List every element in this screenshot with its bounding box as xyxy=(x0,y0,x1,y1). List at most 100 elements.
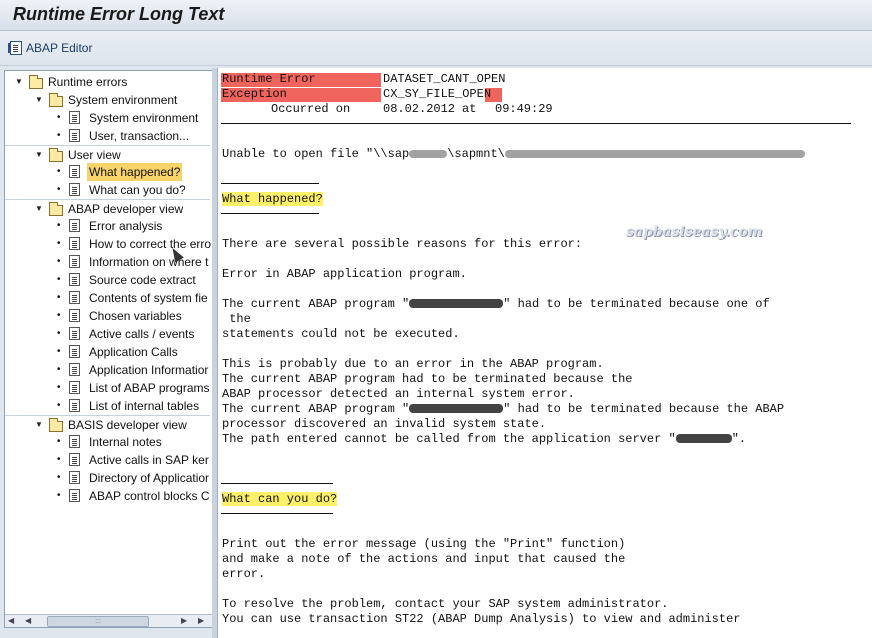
document-icon xyxy=(69,453,80,466)
tree-item-active-calls-in-sap-kernel[interactable]: • Active calls in SAP ker xyxy=(5,451,210,469)
tree-item-label: What can you do? xyxy=(89,183,186,197)
tree-item-what-can-you-do[interactable]: • What can you do? xyxy=(5,181,210,199)
expand-triangle-icon[interactable]: ▼ xyxy=(35,200,45,218)
tree-item-list-of-internal-tables[interactable]: • List of internal tables xyxy=(5,397,210,415)
scrollbar-thumb[interactable]: ::: xyxy=(47,616,149,627)
document-icon xyxy=(69,363,80,376)
at-label: at xyxy=(462,102,477,116)
document-icon xyxy=(69,435,80,448)
expand-triangle-icon[interactable]: ▼ xyxy=(15,73,25,91)
bullet-icon: • xyxy=(57,112,61,123)
tree-item-error-analysis[interactable]: • Error analysis xyxy=(5,217,210,235)
tree-item-list-of-abap-programs[interactable]: • List of ABAP programs xyxy=(5,379,210,397)
abap-editor-label: ABAP Editor xyxy=(26,41,93,55)
tree-group-label: System environment xyxy=(68,93,178,107)
folder-icon xyxy=(49,418,63,432)
wcyd-line-4: To resolve the problem, contact your SAP… xyxy=(222,597,669,611)
bullet-icon: • xyxy=(57,220,61,231)
scroll-step-right-icon[interactable]: ▶ xyxy=(181,615,187,627)
document-icon xyxy=(69,237,80,250)
tree-horizontal-scrollbar[interactable]: ◀ ◀ ::: ▶ ▶ xyxy=(5,614,212,627)
window-title: Runtime Error Long Text xyxy=(13,4,225,24)
scroll-left-icon[interactable]: ◀ xyxy=(8,615,14,627)
section-rule xyxy=(221,483,333,484)
tree-item-label: Error analysis xyxy=(89,219,163,233)
tree-item-internal-notes[interactable]: • Internal notes xyxy=(5,433,210,451)
folder-icon xyxy=(49,148,63,162)
watermark-text: sapbasiseasy.com xyxy=(626,224,763,240)
tree-item-system-environment[interactable]: • System environment xyxy=(5,109,210,127)
tree-group-label: BASIS developer view xyxy=(68,418,187,432)
document-icon xyxy=(69,489,80,502)
tree-item-label: List of ABAP programs xyxy=(89,381,210,395)
bullet-icon: • xyxy=(57,238,61,249)
document-icon xyxy=(69,219,80,232)
tree-group-user-view[interactable]: ▼ User view xyxy=(5,145,210,164)
wh-line-10: processor discovered an invalid system s… xyxy=(222,417,547,431)
wh-line-6: This is probably due to an error in the … xyxy=(222,357,604,371)
tree-item-contents-of-system-fields[interactable]: • Contents of system fie xyxy=(5,289,210,307)
abap-editor-button[interactable]: ABAP Editor xyxy=(8,38,93,58)
wcyd-line-5: You can use transaction ST22 (ABAP Dump … xyxy=(222,612,741,626)
tree-group-abap-developer-view[interactable]: ▼ ABAP developer view xyxy=(5,199,210,218)
toolbar: ABAP Editor xyxy=(0,31,872,66)
tree-item-directory-of-application[interactable]: • Directory of Applicatior xyxy=(5,469,210,487)
wh-line-4: the xyxy=(222,312,251,326)
expand-triangle-icon[interactable]: ▼ xyxy=(35,91,45,109)
folder-icon xyxy=(29,75,43,89)
occurred-on-label: Occurred on xyxy=(271,102,351,116)
expand-triangle-icon[interactable]: ▼ xyxy=(35,146,45,164)
tree-item-application-information[interactable]: • Application Informatior xyxy=(5,361,210,379)
wh-line-8: ABAP processor detected an internal syst… xyxy=(222,387,575,401)
tree-item-label: Application Informatior xyxy=(89,363,209,377)
section-rule xyxy=(221,213,319,214)
tree-item-user-transaction[interactable]: • User, transaction... xyxy=(5,127,210,145)
tree-item-active-calls-events[interactable]: • Active calls / events xyxy=(5,325,210,343)
wcyd-line-2: and make a note of the actions and input… xyxy=(222,552,626,566)
tree-item-abap-control-blocks[interactable]: • ABAP control blocks C xyxy=(5,487,210,505)
document-icon xyxy=(69,129,80,142)
tree-root-runtime-errors[interactable]: ▼ Runtime errors xyxy=(5,73,210,91)
runtime-error-label: Runtime Error xyxy=(222,72,316,86)
tree-item-label: How to correct the erro xyxy=(89,237,212,251)
tree-group-basis-developer-view[interactable]: ▼ BASIS developer view xyxy=(5,415,210,434)
bullet-icon: • xyxy=(57,382,61,393)
document-icon xyxy=(69,345,80,358)
wh-line-5: statements could not be executed. xyxy=(222,327,460,341)
document-icon xyxy=(69,309,80,322)
tree-item-source-code-extract[interactable]: • Source code extract xyxy=(5,271,210,289)
tree-group-system-environment[interactable]: ▼ System environment xyxy=(5,91,210,109)
what-can-you-do-heading: What can you do? xyxy=(222,492,338,506)
document-icon xyxy=(69,381,80,394)
wh-line-9: The current ABAP program " " had to be te… xyxy=(222,402,785,416)
tree-item-label: Active calls / events xyxy=(89,327,195,341)
document-icon xyxy=(69,471,80,484)
folder-icon xyxy=(49,202,63,216)
bullet-icon: • xyxy=(57,364,61,375)
tree-item-label: Active calls in SAP ker xyxy=(89,453,209,467)
runtime-error-value: DATASET_CANT_OPEN xyxy=(383,72,506,86)
tree-item-label: Directory of Applicatior xyxy=(89,471,210,485)
wh-line-2: Error in ABAP application program. xyxy=(222,267,467,281)
tree-item-chosen-variables[interactable]: • Chosen variables xyxy=(5,307,210,325)
long-text-pane: Runtime Error DATASET_CANT_OPEN Exceptio… xyxy=(217,68,872,638)
bullet-icon: • xyxy=(57,490,61,501)
title-bar: Runtime Error Long Text xyxy=(0,0,872,31)
scroll-right-icon[interactable]: ▶ xyxy=(198,615,204,627)
document-icon xyxy=(69,165,80,178)
tree-item-label: List of internal tables xyxy=(89,399,200,413)
wh-line-1: There are several possible reasons for t… xyxy=(222,237,583,251)
bullet-icon: • xyxy=(57,292,61,303)
bullet-icon: • xyxy=(57,274,61,285)
bullet-icon: • xyxy=(57,346,61,357)
wh-line-11: The path entered cannot be called from t… xyxy=(222,432,747,446)
tree-item-label-selected: What happened? xyxy=(87,163,183,181)
tree-item-label: User, transaction... xyxy=(89,129,190,143)
document-icon xyxy=(69,273,80,286)
section-rule xyxy=(221,183,319,184)
tree-item-what-happened[interactable]: • What happened? xyxy=(5,163,210,181)
expand-triangle-icon[interactable]: ▼ xyxy=(35,416,45,434)
tree-item-application-calls[interactable]: • Application Calls xyxy=(5,343,210,361)
bullet-icon: • xyxy=(57,166,61,177)
scroll-step-left-icon[interactable]: ◀ xyxy=(25,615,31,627)
